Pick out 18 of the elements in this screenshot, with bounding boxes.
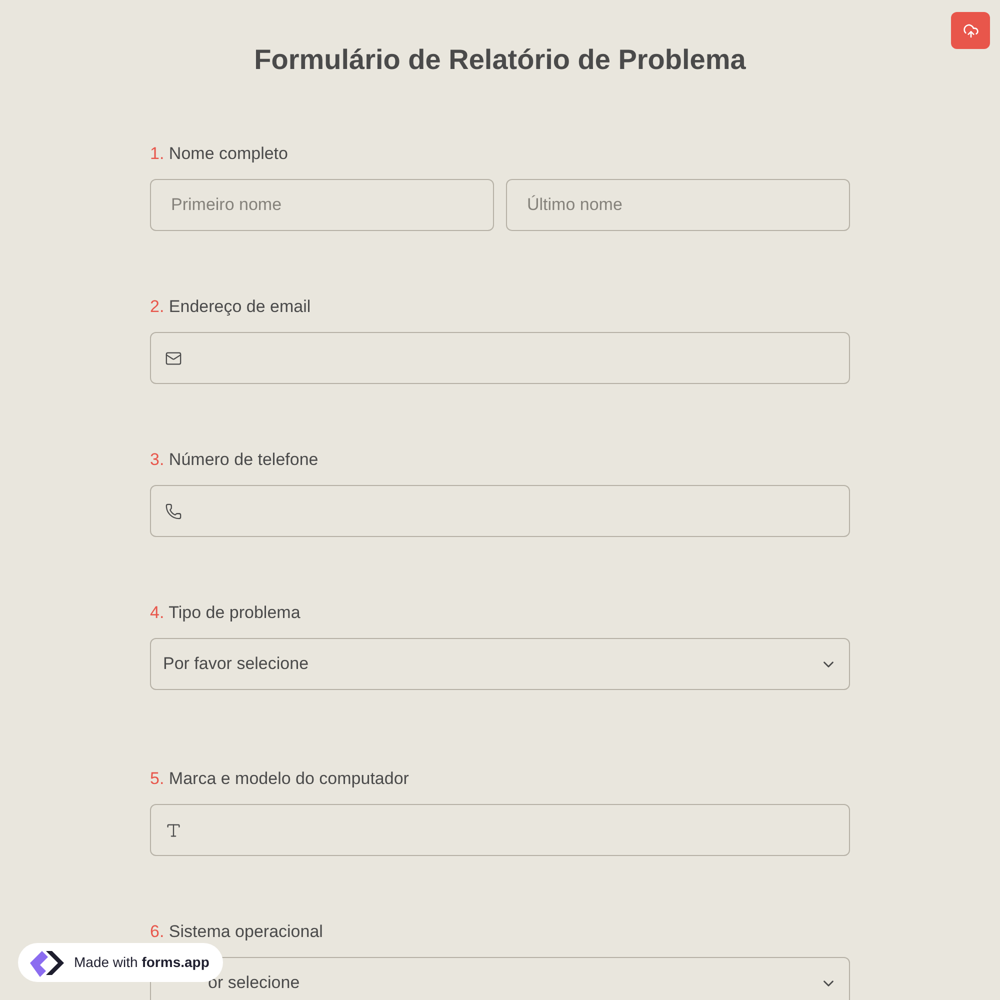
question-label: 3. Número de telefone	[150, 450, 320, 470]
phone-icon	[165, 502, 182, 520]
name-field[interactable]: Primeiro nome	[150, 179, 494, 231]
question-label: 5. Marca e modelo do computador	[150, 769, 410, 789]
envelope-icon	[165, 350, 182, 366]
question-label: 2. Endereço de email	[150, 297, 312, 317]
input-field[interactable]	[150, 804, 850, 856]
cloud-upload-icon	[962, 22, 978, 38]
form-title: Formulário de Relatório de Problema	[254, 43, 746, 77]
input-field[interactable]	[150, 485, 850, 537]
question-label: 1. Nome completo	[150, 144, 289, 164]
question-label: 4. Tipo de problema	[150, 603, 302, 623]
question-label: 6. Sistema operacional	[150, 922, 324, 942]
input-field[interactable]	[150, 332, 850, 384]
select-field[interactable]: Por favor selecione	[150, 638, 850, 690]
text-icon	[165, 822, 182, 838]
upload-button[interactable]	[951, 12, 990, 49]
name-field[interactable]: Último nome	[506, 179, 850, 231]
